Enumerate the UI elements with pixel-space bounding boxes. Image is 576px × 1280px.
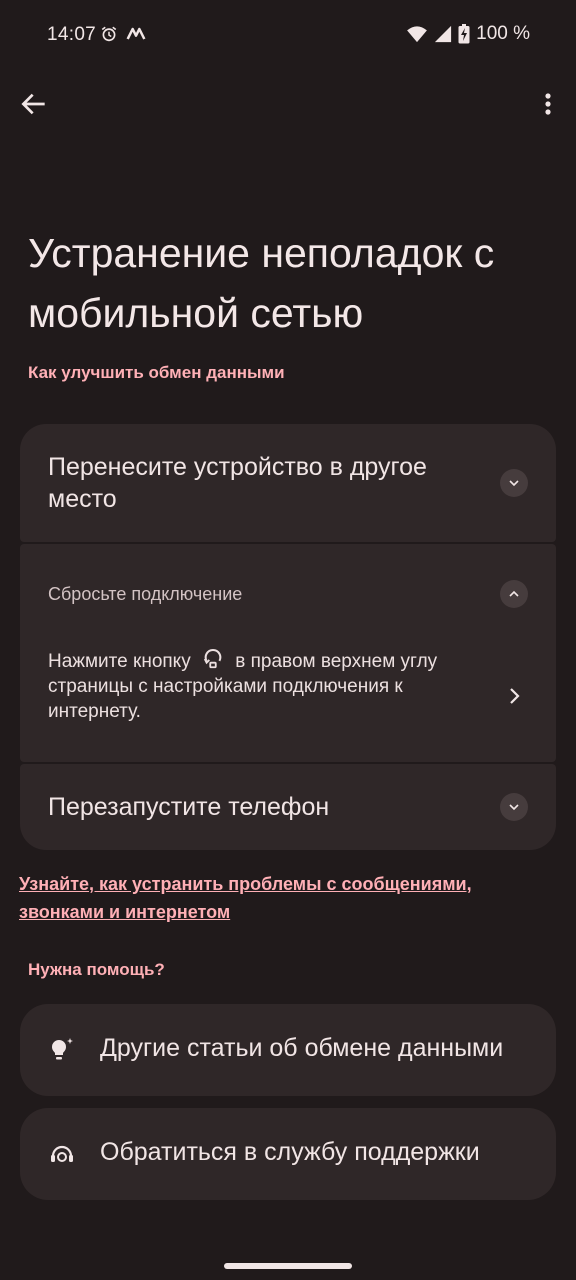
accordion-item-title: Сбросьте подключение bbox=[48, 584, 243, 604]
chevron-up-icon bbox=[509, 590, 519, 597]
gesture-navigation-bar[interactable] bbox=[224, 1263, 352, 1269]
lightbulb-icon bbox=[52, 1038, 73, 1060]
reset-connection-icon bbox=[203, 648, 222, 669]
accordion-item-restart-phone[interactable]: Перезапустите телефон bbox=[20, 764, 556, 850]
troubleshoot-accordion: Перенесите устройство в другое место Сбр… bbox=[20, 424, 556, 850]
accordion-item-title: Перенесите устройство в другое место bbox=[48, 453, 427, 513]
top-app-bar bbox=[0, 80, 576, 130]
more-options-button[interactable] bbox=[536, 88, 560, 120]
expand-button[interactable] bbox=[500, 469, 528, 497]
chevron-right-icon bbox=[510, 688, 520, 704]
help-card-label: Обратиться в службу поддержки bbox=[100, 1138, 480, 1166]
body-text-before: Нажмите кнопку bbox=[48, 651, 191, 672]
accordion-item-body: Нажмите кнопку в правом верхнем углу стр… bbox=[48, 648, 468, 724]
status-time: 14:07 bbox=[47, 24, 97, 45]
status-icons-left bbox=[100, 25, 146, 43]
support-agent-icon bbox=[51, 1145, 73, 1162]
accordion-item-move-device[interactable]: Перенесите устройство в другое место bbox=[20, 424, 556, 542]
status-bar: 14:07 100 % bbox=[0, 0, 576, 70]
back-button[interactable] bbox=[18, 88, 50, 120]
wifi-icon bbox=[407, 26, 428, 43]
open-settings-button[interactable] bbox=[502, 684, 526, 708]
accordion-item-reset-connection[interactable]: Сбросьте подключение Нажмите кнопку в пр… bbox=[20, 544, 556, 762]
notification-m-icon bbox=[126, 27, 146, 40]
help-link[interactable]: Узнайте, как устранить проблемы с сообще… bbox=[19, 870, 539, 926]
status-icons-right: 100 % bbox=[406, 23, 530, 45]
accordion-item-title: Перезапустите телефон bbox=[48, 793, 330, 821]
expand-button[interactable] bbox=[500, 793, 528, 821]
help-card-articles[interactable]: Другие статьи об обмене данными bbox=[20, 1004, 556, 1096]
signal-icon bbox=[435, 25, 452, 43]
arrow-back-icon bbox=[21, 93, 45, 115]
chevron-down-icon bbox=[509, 804, 519, 811]
battery-percent: 100 % bbox=[476, 23, 530, 44]
collapse-button[interactable] bbox=[500, 580, 528, 608]
help-card-label: Другие статьи об обмене данными bbox=[100, 1034, 504, 1062]
help-card-support[interactable]: Обратиться в службу поддержки bbox=[20, 1108, 556, 1200]
section-label-tips: Как улучшить обмен данными bbox=[28, 363, 285, 382]
more-vert-icon bbox=[545, 93, 551, 115]
alarm-icon bbox=[101, 26, 117, 42]
battery-charging-icon bbox=[458, 24, 470, 44]
page-title: Устранение неполадок с мобильной сетью bbox=[28, 230, 495, 337]
section-label-help: Нужна помощь? bbox=[28, 960, 165, 979]
chevron-down-icon bbox=[509, 480, 519, 487]
